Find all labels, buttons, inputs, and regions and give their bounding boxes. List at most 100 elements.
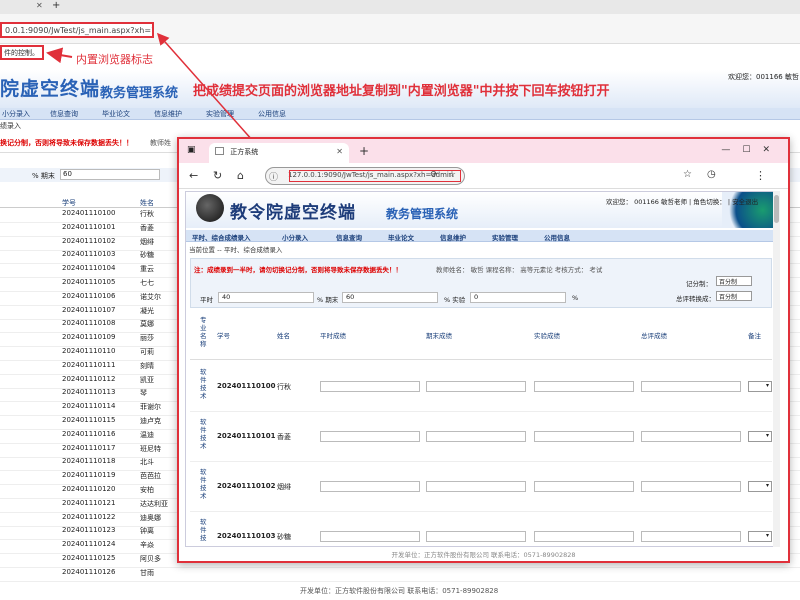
footer: 开发单位：正方软件股份有限公司 联系电话：0571-89902828 — [391, 551, 576, 559]
column-header-id: 学号 — [217, 332, 230, 340]
student-name: 行秋 — [277, 383, 291, 391]
bg-menu-item[interactable]: 信息查询 — [50, 109, 78, 119]
student-name: 可莉 — [140, 348, 154, 356]
background-tab-bar: ✕ + — [0, 0, 800, 14]
menu-item[interactable]: 信息维护 — [440, 232, 466, 242]
scrollbar-thumb[interactable] — [774, 195, 779, 223]
welcome-text[interactable]: 欢迎您： 001166 敏哲老师 | 角色切换： | 安全退出 — [606, 196, 758, 206]
student-id: 202401110103 — [62, 250, 116, 259]
total-conversion-label: 总评转换成： — [676, 295, 715, 303]
menu-item[interactable]: 信息查询 — [336, 232, 362, 242]
close-icon[interactable]: ✕ — [36, 1, 43, 10]
total-score-input[interactable] — [641, 481, 741, 492]
lab-score-input[interactable] — [534, 481, 634, 492]
background-breadcrumb: 绩录入 — [0, 122, 21, 130]
regular-score-input[interactable] — [320, 531, 420, 542]
bg-menu-item[interactable]: 毕业论文 — [102, 109, 130, 119]
breadcrumb: 当前位置 -- 平时、综合成绩录入 — [189, 246, 283, 254]
menu-item[interactable]: 毕业论文 — [388, 232, 414, 242]
student-name: 琴 — [140, 389, 147, 398]
major-cell: 软件技术 — [200, 468, 207, 500]
total-conversion-select[interactable]: 百分制 — [716, 291, 752, 301]
student-id: 202401110123 — [62, 526, 116, 535]
lab-weight-input[interactable]: 0 — [470, 292, 566, 303]
new-tab-icon[interactable]: + — [52, 0, 60, 11]
lab-score-input[interactable] — [534, 431, 634, 442]
student-name: 温迪 — [140, 430, 154, 439]
history-icon[interactable]: ◷ — [707, 169, 716, 180]
menu-item[interactable]: 小分录入 — [282, 232, 308, 242]
menu-item[interactable]: 平时、综合成绩录入 — [192, 232, 251, 242]
student-name: 辛焱 — [140, 541, 154, 550]
background-teacher-info: 教师姓 — [150, 139, 171, 147]
favorites-icon[interactable]: ☆ — [683, 169, 692, 180]
site-info-icon[interactable]: ⓘ — [269, 170, 278, 183]
tab-actions-icon[interactable]: ▣ — [187, 145, 196, 155]
student-id: 202401110111 — [62, 360, 116, 369]
score-label: % 期末 — [32, 172, 55, 180]
student-id: 202401110101 — [217, 432, 276, 440]
menu-icon[interactable]: ⋮ — [755, 169, 766, 182]
bg-menu-item[interactable]: 公用信息 — [258, 109, 286, 119]
final-score-input[interactable] — [426, 481, 526, 492]
final-weight-input[interactable]: 60 — [342, 292, 438, 303]
student-id: 202401110121 — [62, 498, 116, 507]
builtin-browser-window: ▣ 正方系统 ✕ + —☐✕ ← ↻ ⌂ ☆ ◷ ⋮ 127.0.0.1:909… — [177, 137, 790, 563]
tab-title: 正方系统 — [230, 148, 259, 156]
student-id: 202401110102 — [62, 236, 116, 245]
final-weight-label: % 期末 — [317, 296, 339, 304]
student-name: 诺艾尔 — [140, 292, 161, 301]
student-name: 芭芭拉 — [140, 472, 161, 481]
regular-score-input[interactable] — [320, 431, 420, 442]
remark-select[interactable]: ▾ — [748, 381, 772, 392]
grading-system-select[interactable]: 百分制 — [716, 276, 752, 286]
student-id: 202401110114 — [62, 402, 116, 411]
student-id: 202401110115 — [62, 416, 116, 424]
final-score-input[interactable] — [426, 431, 526, 442]
student-name: 莫娜 — [140, 320, 154, 329]
bg-menu-item[interactable]: 实验管理 — [206, 109, 234, 119]
column-header-name: 姓名 — [277, 332, 290, 340]
close-tab-icon[interactable]: ✕ — [336, 147, 343, 156]
total-score-input[interactable] — [641, 431, 741, 442]
student-id: 202401110109 — [62, 333, 116, 342]
menu-item[interactable]: 实验管理 — [492, 232, 518, 242]
remark-select[interactable]: ▾ — [748, 531, 772, 542]
lab-score-input[interactable] — [534, 531, 634, 542]
remark-select[interactable]: ▾ — [748, 431, 772, 442]
tab-active[interactable]: 正方系统 ✕ — [209, 143, 349, 163]
lab-score-input[interactable] — [534, 381, 634, 392]
remark-select[interactable]: ▾ — [748, 481, 772, 492]
student-id: 202401110125 — [62, 554, 116, 562]
scrollbar[interactable] — [773, 191, 780, 547]
student-id: 202401110102 — [217, 482, 276, 490]
menu-item[interactable]: 公用信息 — [544, 232, 570, 242]
student-id: 202401110106 — [62, 291, 116, 300]
background-address-bar[interactable]: 0.0.1:9090/JwTest/js_main.aspx?xh=1 — [0, 22, 154, 38]
regular-score-input[interactable] — [320, 381, 420, 392]
student-name: 重云 — [140, 265, 154, 274]
student-name: 菲谢尔 — [140, 403, 161, 412]
warning-text: 注：成绩录到一半时，请勿切换记分制，否则将导致未保存数据丢失！！ — [194, 266, 402, 274]
bg-menu-item[interactable]: 小分录入 — [2, 109, 30, 119]
background-welcome: 欢迎您：001166 敏哲 — [728, 73, 799, 81]
back-icon[interactable]: ← — [189, 169, 198, 182]
student-id: 202401110116 — [62, 429, 116, 438]
window-controls[interactable]: —☐✕ — [721, 145, 782, 155]
new-tab-icon[interactable]: + — [359, 144, 369, 158]
regular-score-input[interactable] — [320, 481, 420, 492]
table-row: 软件技 202401110103 砂糖 ▾ — [190, 512, 772, 546]
final-score-input[interactable] — [426, 381, 526, 392]
student-id: 202401110120 — [62, 485, 116, 493]
total-score-input[interactable] — [641, 531, 741, 542]
major-cell: 软件技术 — [200, 418, 207, 450]
bg-menu-item[interactable]: 信息维护 — [154, 109, 182, 119]
total-score-input[interactable] — [641, 381, 741, 392]
background-footer: 开发单位：正方软件股份有限公司 联系电话：0571-89902828 — [300, 587, 499, 595]
home-icon[interactable]: ⌂ — [237, 169, 244, 182]
reload-icon[interactable]: ↻ — [213, 169, 222, 182]
regular-weight-input[interactable]: 40 — [218, 292, 314, 303]
column-header-regular: 平时成绩 — [320, 332, 346, 340]
score-input[interactable]: 60 — [60, 169, 160, 180]
final-score-input[interactable] — [426, 531, 526, 542]
